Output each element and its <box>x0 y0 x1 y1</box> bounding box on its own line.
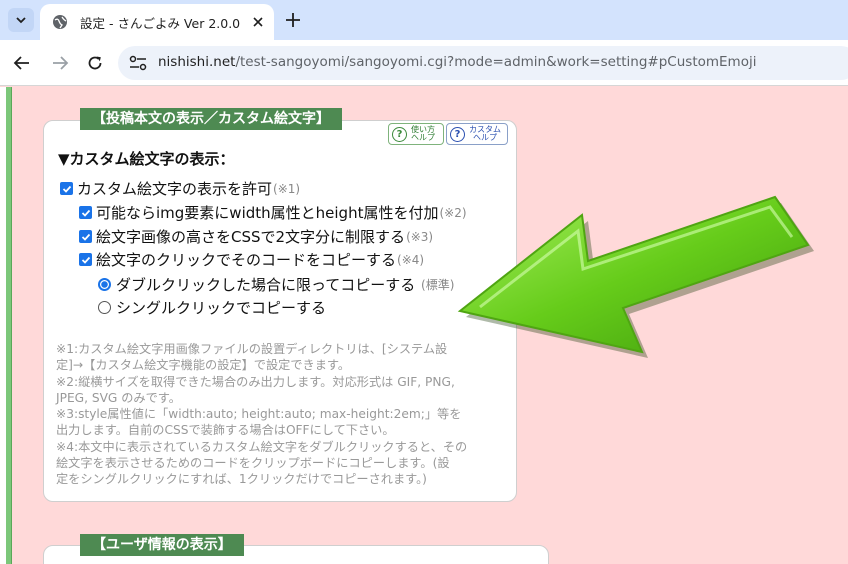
url-path: /test-sangoyomi/sangoyomi.cgi?mode=admin… <box>235 54 757 70</box>
site-info-icon[interactable] <box>128 54 148 72</box>
check-icon <box>62 185 71 193</box>
chevron-down-icon <box>16 17 26 24</box>
option-label: 絵文字画像の高さをCSSで2文字分に制限する <box>96 228 406 246</box>
arrow-left-icon <box>13 56 29 70</box>
browser-toolbar: nishishi.net/test-sangoyomi/sangoyomi.cg… <box>0 40 848 86</box>
page-content: 【投稿本文の表示／カスタム絵文字】 ? 使い方 ヘルプ ? カスタム ヘルプ ▼… <box>0 87 848 564</box>
option-label: カスタム絵文字の表示を許可 <box>77 180 273 198</box>
active-tab[interactable]: 設定 - さんごよみ Ver 2.0.0 <box>40 4 274 40</box>
footnotes: ※1:カスタム絵文字用画像ファイルの設置ディレクトリは、[システム設 定]→【カ… <box>56 341 506 488</box>
footnote-line: ※3:style属性値に「width:auto; height:auto; ma… <box>56 407 462 422</box>
option-label: 絵文字のクリックでそのコードをコピーする <box>96 251 397 269</box>
footnote-line: ※2:縦横サイズを取得できた場合のみ出力します。対応形式は GIF, PNG, <box>56 374 455 389</box>
checkbox-checked[interactable] <box>60 182 73 195</box>
check-icon <box>81 209 90 217</box>
radio-selected[interactable] <box>98 278 111 291</box>
option-label: ダブルクリックした場合に限ってコピーする <box>116 276 416 294</box>
forward-button[interactable] <box>49 52 71 74</box>
footnote-line: JPEG, SVG のみです。 <box>56 390 181 405</box>
close-icon[interactable] <box>250 14 266 30</box>
option-label: シングルクリックでコピーする <box>116 299 327 317</box>
url-text: nishishi.net/test-sangoyomi/sangoyomi.cg… <box>158 54 756 70</box>
back-button[interactable] <box>11 52 33 74</box>
radio-unselected[interactable] <box>98 301 111 314</box>
user-info-panel-title: 【ユーザ情報の表示】 <box>80 534 244 556</box>
arrow-right-icon <box>53 56 69 70</box>
reload-button[interactable] <box>84 52 106 74</box>
usage-help-label: 使い方 ヘルプ <box>411 125 435 142</box>
usage-help-button[interactable]: ? 使い方 ヘルプ <box>388 123 444 145</box>
url-host: nishishi.net <box>158 54 236 70</box>
check-icon <box>81 233 90 241</box>
custom-help-label: カスタム ヘルプ <box>469 125 501 142</box>
option-label: 可能ならimg要素にwidth属性とheight属性を付加 <box>96 204 439 222</box>
custom-help-button[interactable]: ? カスタム ヘルプ <box>446 123 508 145</box>
tab-search-button[interactable] <box>8 8 34 32</box>
checkbox-checked[interactable] <box>79 206 92 219</box>
panel-title: 【投稿本文の表示／カスタム絵文字】 <box>80 108 342 130</box>
single-click-radio-option[interactable]: シングルクリックでコピーする <box>98 297 326 318</box>
left-green-bar <box>6 87 12 564</box>
globe-icon <box>53 15 67 29</box>
img-attr-option[interactable]: 可能ならimg要素にwidth属性とheight属性を付加 (※2) <box>79 202 467 223</box>
checkbox-checked[interactable] <box>79 253 92 266</box>
double-click-radio-option[interactable]: ダブルクリックした場合に限ってコピーする (標準) <box>98 274 454 295</box>
footnote-line: ※4:本文中に表示されているカスタム絵文字をダブルクリックすると、その <box>56 439 468 454</box>
checkbox-checked[interactable] <box>79 230 92 243</box>
footnote-line: 絵文字を表示させるためのコードをクリップボードにコピーします。(設 <box>56 456 450 471</box>
tab-title: 設定 - さんごよみ Ver 2.0.0 <box>80 16 241 31</box>
footnote-line: 出力します。自前のCSSで装飾する場合はOFFにして下さい。 <box>56 423 395 438</box>
footnote-line: 定をシングルクリックにすれば、1クリックだけでコピーされます。) <box>56 472 427 487</box>
tab-strip: 設定 - さんごよみ Ver 2.0.0 <box>0 0 848 40</box>
css-height-option[interactable]: 絵文字画像の高さをCSSで2文字分に制限する (※3) <box>79 226 433 247</box>
new-tab-icon[interactable] <box>283 10 303 30</box>
copy-code-option[interactable]: 絵文字のクリックでそのコードをコピーする (※4) <box>79 249 424 270</box>
annotation-arrow-icon <box>457 195 814 358</box>
check-icon <box>81 256 90 264</box>
option-note: (※1) <box>273 181 301 196</box>
reload-icon <box>88 56 102 70</box>
help-icon: ? <box>450 126 465 142</box>
help-icon: ? <box>392 126 407 142</box>
section-heading: ▼カスタム絵文字の表示： <box>58 150 235 168</box>
address-bar[interactable]: nishishi.net/test-sangoyomi/sangoyomi.cg… <box>118 46 848 80</box>
allow-emoji-option[interactable]: カスタム絵文字の表示を許可 (※1) <box>60 178 300 199</box>
